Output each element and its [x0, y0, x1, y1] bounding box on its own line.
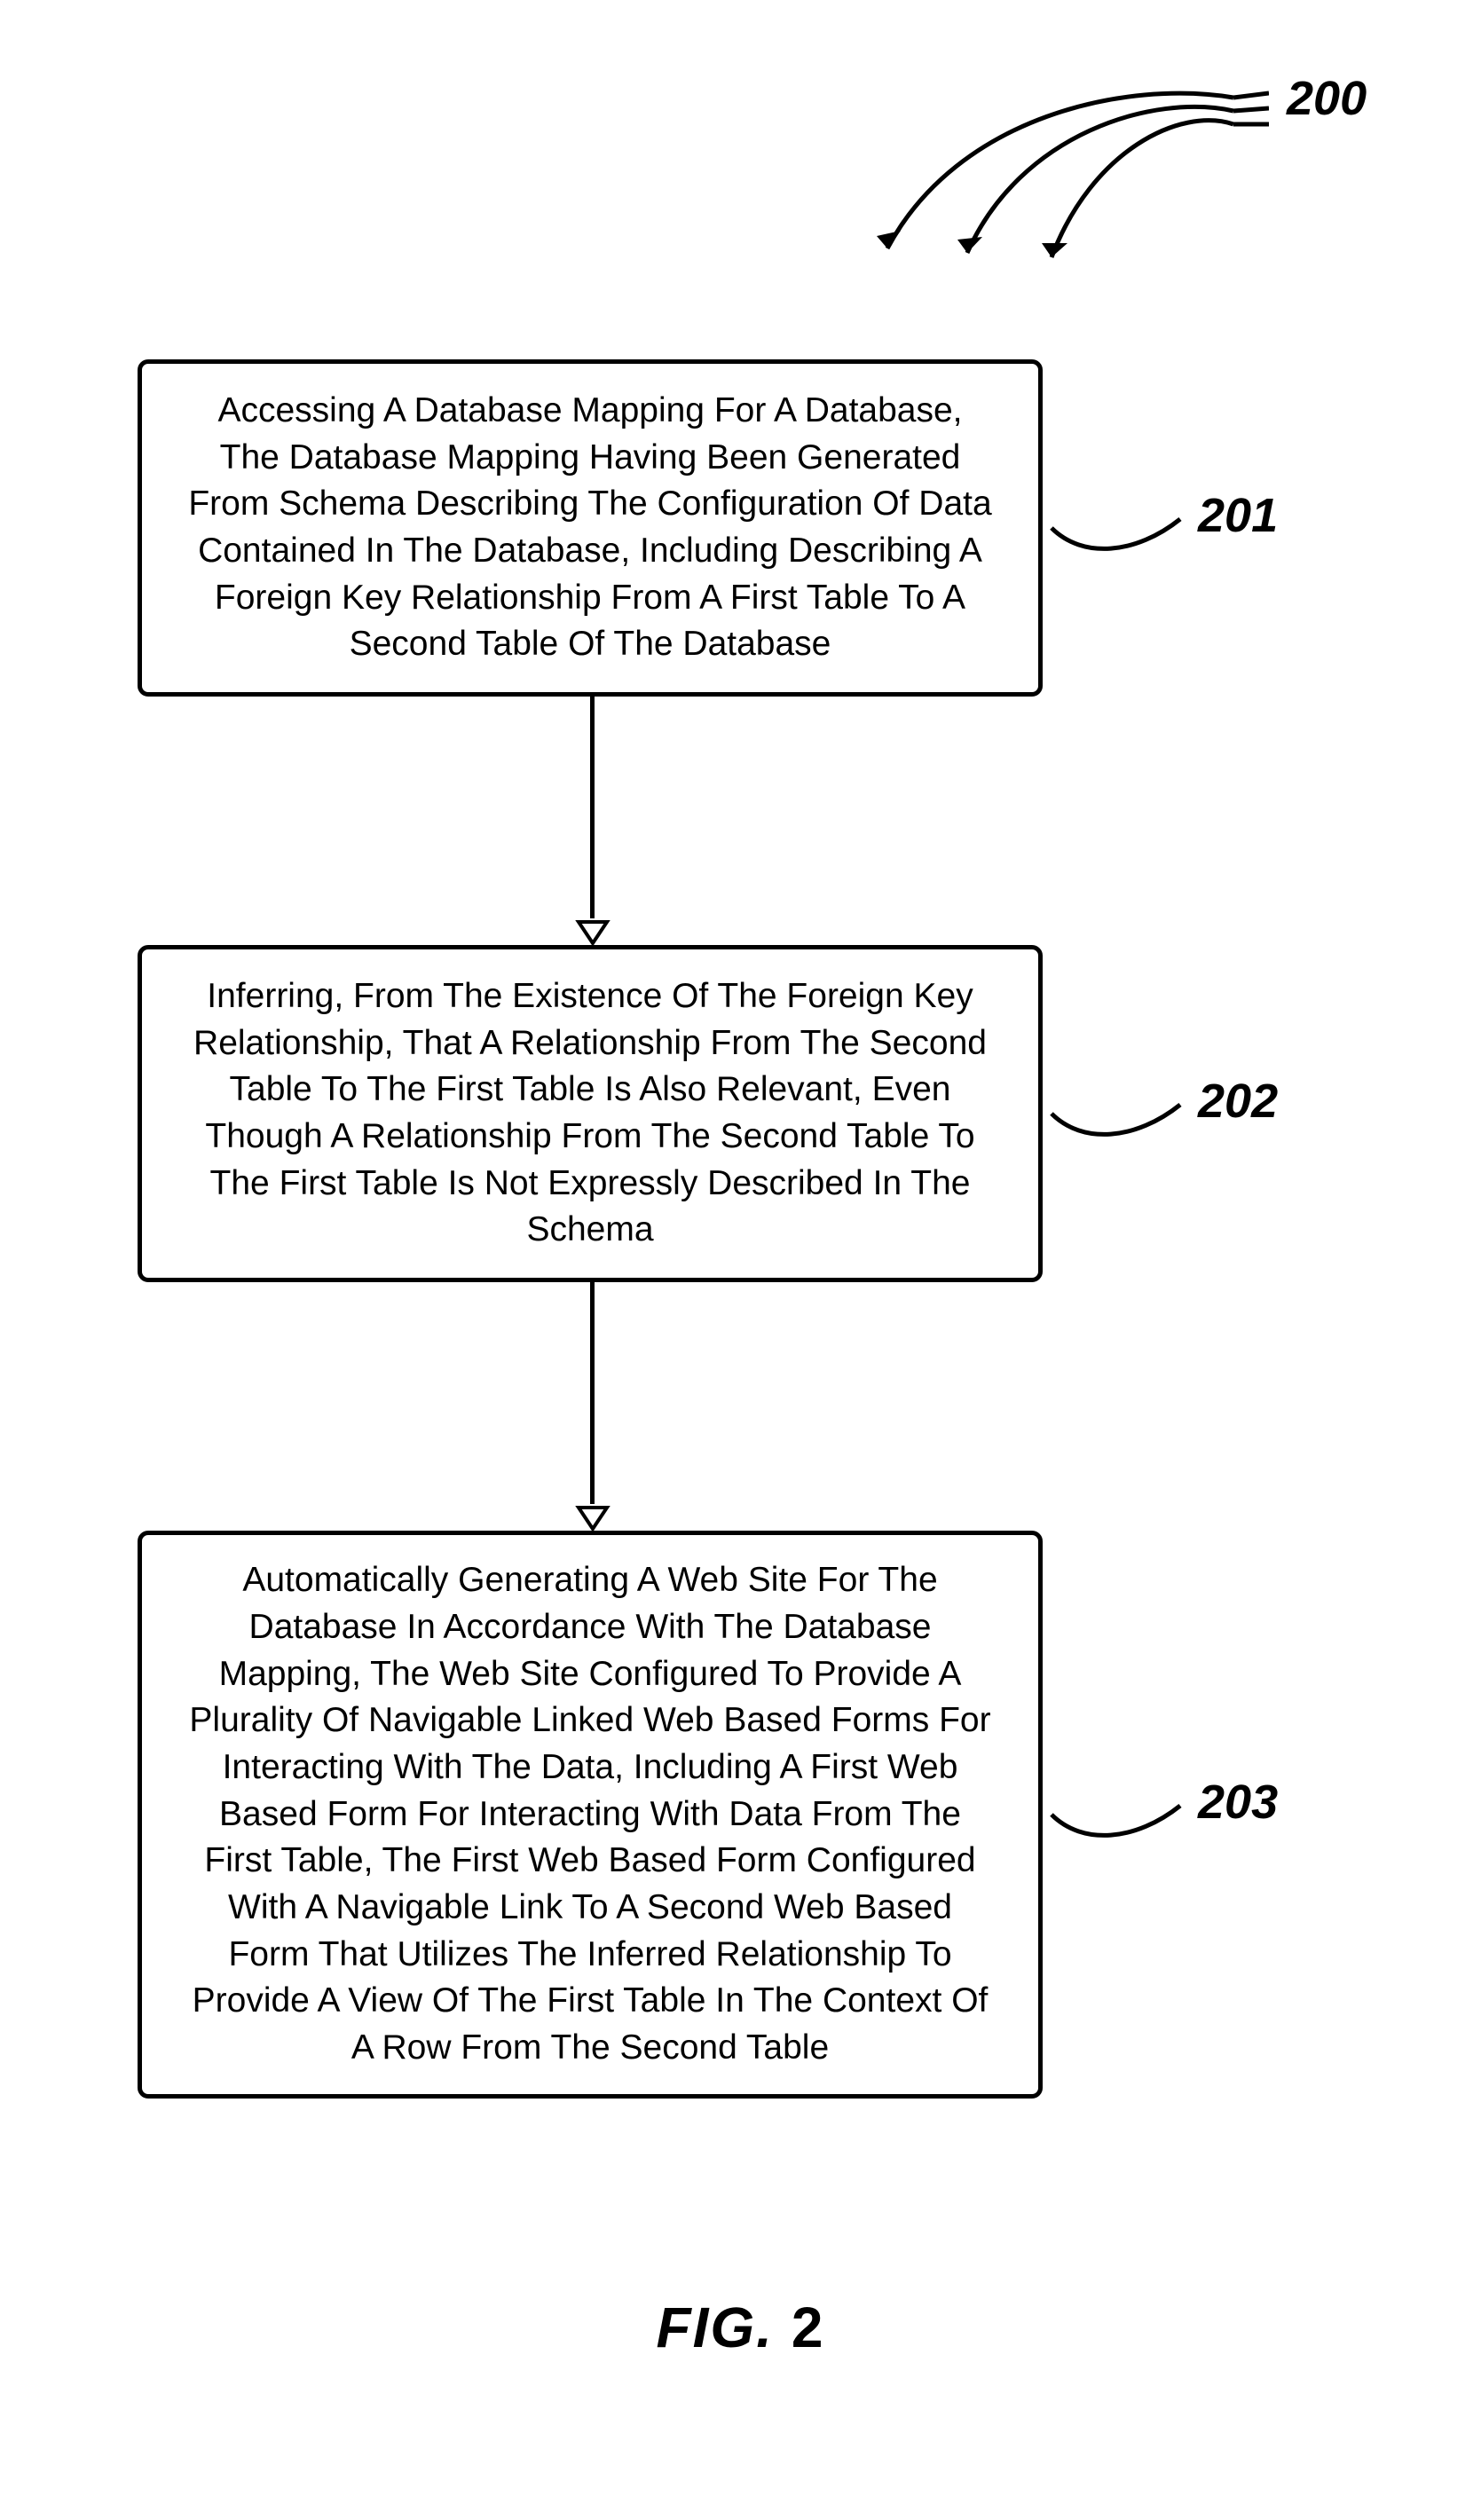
flowchart-step-1-text: Accessing A Database Mapping For A Datab… — [186, 388, 994, 668]
figure-caption: FIG. 2 — [656, 2295, 824, 2360]
leader-202 — [1047, 1083, 1189, 1154]
flowchart-page: 200 Accessing A Database Mapping For A D… — [0, 0, 1481, 2520]
leader-201 — [1047, 497, 1189, 568]
arrow-2-3-head — [575, 1504, 611, 1531]
ref-label-201: 201 — [1198, 488, 1278, 543]
ref-label-203: 203 — [1198, 1775, 1278, 1830]
ref-label-200: 200 — [1287, 71, 1367, 126]
flowchart-step-3-text: Automatically Generating A Web Site For … — [186, 1557, 994, 2071]
flowchart-step-2-text: Inferring, From The Existence Of The For… — [186, 973, 994, 1254]
arrow-1-2-line — [590, 697, 595, 918]
figure-caption-prefix: FIG. — [656, 2296, 773, 2359]
flowchart-step-2: Inferring, From The Existence Of The For… — [138, 945, 1043, 1282]
leader-203 — [1047, 1784, 1189, 1855]
ref-label-202: 202 — [1198, 1074, 1278, 1129]
arrow-2-3-line — [590, 1282, 595, 1504]
figure-caption-number: 2 — [792, 2296, 825, 2359]
arrow-1-2-head — [575, 918, 611, 945]
flowchart-step-1: Accessing A Database Mapping For A Datab… — [138, 359, 1043, 697]
top-arrows-svg — [737, 62, 1269, 293]
flowchart-step-3: Automatically Generating A Web Site For … — [138, 1531, 1043, 2099]
